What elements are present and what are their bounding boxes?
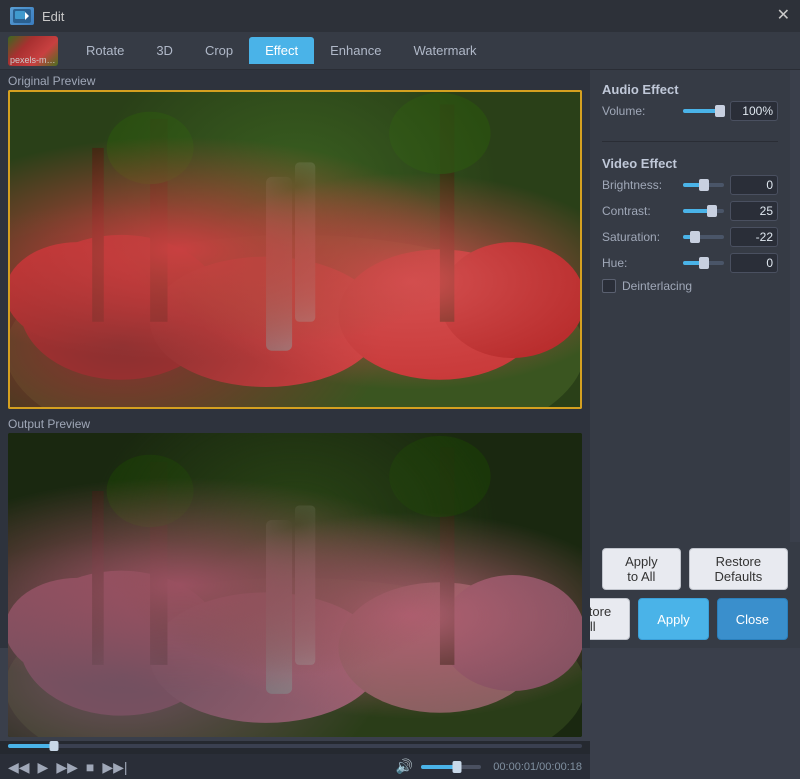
contrast-slider-track[interactable] [683, 209, 724, 213]
volume-value-input[interactable] [730, 101, 778, 121]
tab-effect[interactable]: Effect [249, 37, 314, 64]
original-image-canvas [8, 90, 582, 409]
progress-fill [8, 744, 54, 748]
app-icon [10, 7, 34, 25]
restore-defaults-button[interactable]: Restore Defaults [689, 548, 788, 590]
divider-1 [602, 141, 778, 142]
preview-area: Original Preview [0, 70, 590, 648]
original-preview-section: Original Preview [0, 70, 590, 413]
hue-slider-track[interactable] [683, 261, 724, 265]
apply-to-all-button[interactable]: Apply to All [602, 548, 681, 590]
main-content: Original Preview [0, 70, 800, 648]
volume-slider-track[interactable] [683, 109, 724, 113]
tab-rotate[interactable]: Rotate [70, 37, 140, 64]
contrast-label: Contrast: [602, 204, 677, 218]
tab-3d[interactable]: 3D [140, 37, 189, 64]
tab-watermark[interactable]: Watermark [397, 37, 492, 64]
saturation-slider-track[interactable] [683, 235, 724, 239]
volume-control-row: Volume: [602, 101, 778, 121]
tab-enhance[interactable]: Enhance [314, 37, 397, 64]
stop-button[interactable]: ■ [86, 760, 94, 774]
video-section: Video Effect Brightness: Contrast: [602, 156, 778, 293]
volume-label: Volume: [602, 104, 677, 118]
volume-icon: 🔊 [396, 758, 413, 775]
original-preview-image [8, 90, 582, 409]
titlebar-left: Edit [10, 7, 64, 25]
deinterlacing-checkbox[interactable] [602, 279, 616, 293]
deinterlacing-row: Deinterlacing [602, 279, 778, 293]
thumbnail-label: pexels-mang-... [10, 55, 56, 65]
apply-button[interactable]: Apply [638, 598, 709, 640]
playback-controls: ◀◀ ▶ ▶▶ ■ ▶▶| 🔊 00:00:01/00:00:18 [0, 754, 590, 779]
hue-control-row: Hue: [602, 253, 778, 273]
progress-bar-area [0, 741, 590, 754]
volume-slider-thumb [715, 105, 725, 117]
original-preview-label: Original Preview [0, 70, 590, 90]
close-window-button[interactable]: ✕ [777, 8, 790, 24]
apply-all-row: Apply to All Restore Defaults [590, 542, 800, 594]
saturation-thumb [690, 231, 700, 243]
progress-thumb [49, 741, 58, 751]
window-title: Edit [42, 9, 64, 24]
bottom-buttons-row: Restore All Apply Close [590, 594, 800, 648]
hue-thumb [699, 257, 709, 269]
tab-crop[interactable]: Crop [189, 37, 249, 64]
tabbar: pexels-mang-... Rotate 3D Crop Effect En… [0, 32, 800, 70]
output-preview-label: Output Preview [0, 413, 590, 433]
saturation-control-row: Saturation: [602, 227, 778, 247]
contrast-value-input[interactable] [730, 201, 778, 221]
output-preview-image [8, 433, 582, 737]
volume-thumb [453, 761, 462, 773]
brightness-thumb [699, 179, 709, 191]
right-panel: Audio Effect Volume: Video Effect Bright… [590, 70, 800, 648]
brightness-control-row: Brightness: [602, 175, 778, 195]
hue-value-input[interactable] [730, 253, 778, 273]
saturation-value-input[interactable] [730, 227, 778, 247]
hue-label: Hue: [602, 256, 677, 270]
titlebar: Edit ✕ [0, 0, 800, 32]
brightness-value-input[interactable] [730, 175, 778, 195]
audio-section: Audio Effect Volume: [602, 82, 778, 127]
play-button[interactable]: ▶ [38, 760, 49, 774]
output-preview-section: Output Preview [0, 413, 590, 741]
close-button[interactable]: Close [717, 598, 788, 640]
video-section-title: Video Effect [602, 156, 778, 171]
file-thumbnail: pexels-mang-... [8, 36, 58, 66]
output-image-canvas [8, 433, 582, 737]
fast-forward-button[interactable]: ▶▶ [56, 760, 78, 774]
skip-start-button[interactable]: ◀◀ [8, 760, 30, 774]
deinterlacing-label: Deinterlacing [622, 279, 692, 293]
playback-progress-bar[interactable] [8, 744, 582, 748]
brightness-label: Brightness: [602, 178, 677, 192]
skip-end-button[interactable]: ▶▶| [102, 760, 127, 774]
saturation-label: Saturation: [602, 230, 677, 244]
time-display: 00:00:01/00:00:18 [493, 761, 582, 773]
contrast-control-row: Contrast: [602, 201, 778, 221]
controls-panel: Audio Effect Volume: Video Effect Bright… [590, 70, 790, 542]
volume-slider[interactable] [421, 765, 481, 769]
audio-section-title: Audio Effect [602, 82, 778, 97]
contrast-thumb [707, 205, 717, 217]
brightness-slider-track[interactable] [683, 183, 724, 187]
